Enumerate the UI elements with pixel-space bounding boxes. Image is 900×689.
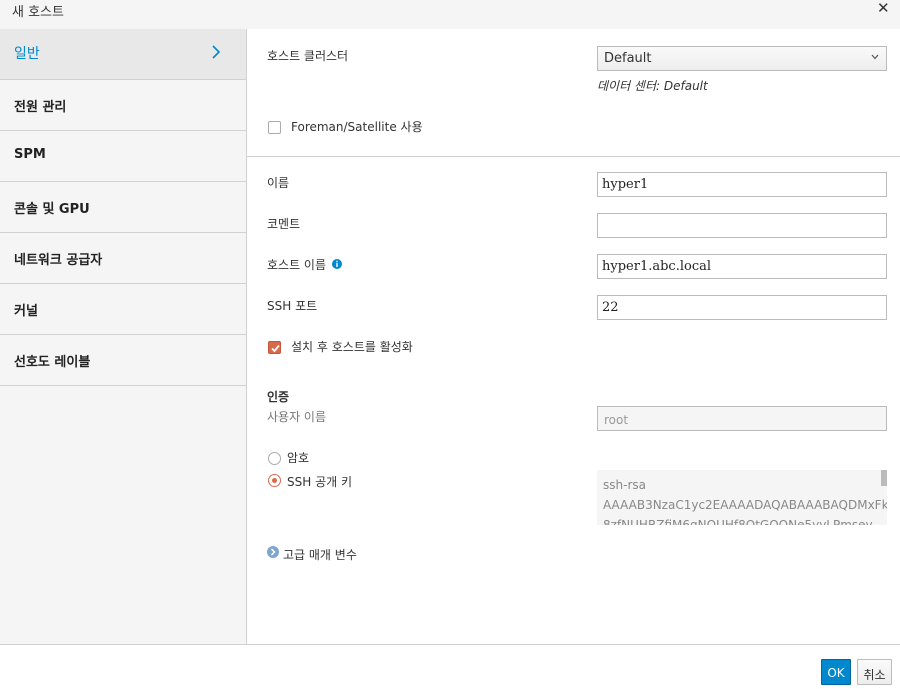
chevron-right-icon xyxy=(212,45,221,59)
info-icon[interactable] xyxy=(332,259,342,269)
ok-button[interactable]: OK xyxy=(821,659,851,685)
sidebar-item-network-provider[interactable]: 네트워크 공급자 xyxy=(0,233,246,284)
sshkey-radio[interactable] xyxy=(268,474,281,487)
sidebar-item-label: 커널 xyxy=(14,304,38,319)
expand-advanced-icon[interactable] xyxy=(267,546,279,558)
datacenter-prefix: 데이터 센터: xyxy=(597,79,664,93)
chevron-down-icon xyxy=(871,54,879,60)
checkmark-icon xyxy=(271,344,280,353)
comment-label: 코멘트 xyxy=(267,217,301,231)
sidebar-item-label: 콘솔 및 GPU xyxy=(14,202,90,217)
ssh-port-label: SSH 포트 xyxy=(267,299,318,313)
password-radio[interactable] xyxy=(268,452,281,465)
sidebar-item-label: 선호도 레이블 xyxy=(14,355,91,370)
activate-checkbox[interactable] xyxy=(268,341,281,354)
username-input xyxy=(597,406,887,431)
sidebar-item-general[interactable]: 일반 xyxy=(0,29,246,80)
sidebar-item-spm[interactable]: SPM xyxy=(0,131,246,182)
datacenter-value: Default xyxy=(663,79,708,93)
name-label: 이름 xyxy=(267,176,290,190)
dialog-titlebar: 새 호스트 ✕ xyxy=(0,0,900,29)
sidebar-item-affinity-labels[interactable]: 선호도 레이블 xyxy=(0,335,246,386)
cluster-label: 호스트 클러스터 xyxy=(267,49,349,63)
foreman-checkbox[interactable] xyxy=(268,121,281,134)
dialog-title: 새 호스트 xyxy=(12,5,64,20)
sidebar-item-power-management[interactable]: 전원 관리 xyxy=(0,80,246,131)
dialog-footer: OK 취소 xyxy=(0,644,900,689)
sshkey-line: ssh-rsa xyxy=(603,478,646,492)
foreman-label: Foreman/Satellite 사용 xyxy=(291,120,423,134)
auth-heading: 인증 xyxy=(267,390,290,404)
sidebar-item-label: 일반 xyxy=(14,46,40,62)
sidebar: 일반 전원 관리 SPM 콘솔 및 GPU 네트워크 공급자 커널 선호도 레이… xyxy=(0,29,247,644)
sidebar-item-label: 전원 관리 xyxy=(14,100,67,115)
name-input[interactable] xyxy=(597,172,887,197)
cancel-button[interactable]: 취소 xyxy=(857,659,892,685)
advanced-params-toggle[interactable]: 고급 매개 변수 xyxy=(283,546,357,563)
password-label: 암호 xyxy=(287,451,310,465)
sshkey-line: AAAAB3NzaC1yc2EAAAADAQABAAABAQDMxFk xyxy=(603,498,887,512)
sshkey-label: SSH 공개 키 xyxy=(287,475,353,489)
general-panel: 호스트 클러스터 Default 데이터 센터: Default Foreman… xyxy=(247,29,900,644)
activate-label: 설치 후 호스트를 활성화 xyxy=(291,340,413,354)
sidebar-item-label: SPM xyxy=(14,147,46,162)
close-icon[interactable]: ✕ xyxy=(877,0,890,17)
section-divider xyxy=(247,156,900,157)
datacenter-note: 데이터 센터: Default xyxy=(597,77,708,94)
ssh-port-input[interactable] xyxy=(597,295,887,320)
sshkey-line: 8zfNUHRZfiM6gNOUHf8OtGOONe5yvLPmsey xyxy=(603,518,873,525)
username-label: 사용자 이름 xyxy=(267,410,327,424)
hostname-label: 호스트 이름 xyxy=(267,258,327,272)
comment-input[interactable] xyxy=(597,213,887,238)
new-host-dialog: 새 호스트 ✕ 일반 전원 관리 SPM 콘솔 및 GPU 네트워크 공급자 커… xyxy=(0,0,900,689)
cluster-select-value: Default xyxy=(604,51,652,66)
hostname-input[interactable] xyxy=(597,254,887,279)
sidebar-item-kernel[interactable]: 커널 xyxy=(0,284,246,335)
textarea-scrollbar[interactable] xyxy=(881,470,887,486)
sshkey-textarea[interactable]: ssh-rsa AAAAB3NzaC1yc2EAAAADAQABAAABAQDM… xyxy=(597,470,887,525)
sidebar-item-console-gpu[interactable]: 콘솔 및 GPU xyxy=(0,182,246,233)
cluster-select[interactable]: Default xyxy=(597,46,887,71)
sidebar-item-label: 네트워크 공급자 xyxy=(14,253,103,268)
